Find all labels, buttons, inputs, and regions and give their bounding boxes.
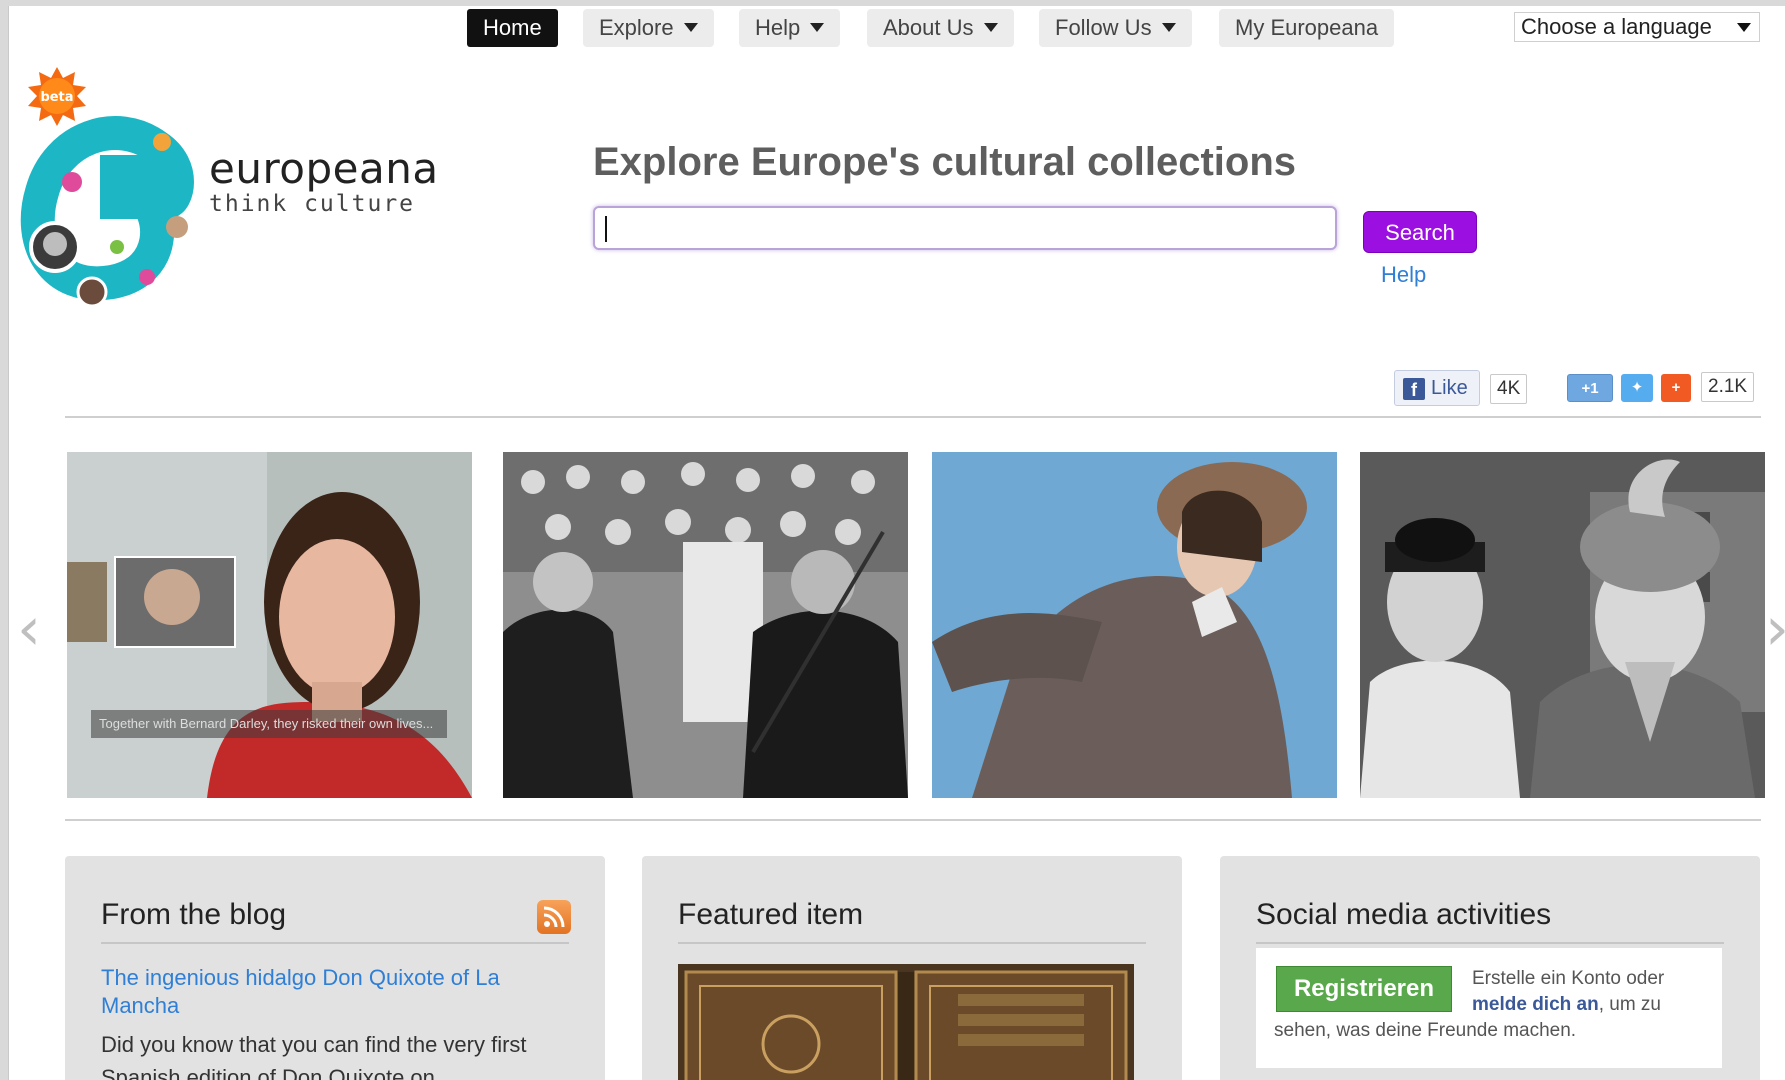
like-count: 4K <box>1490 374 1528 404</box>
blog-panel-title: From the blog <box>101 898 287 931</box>
facebook-login-link[interactable]: melde dich an <box>1472 994 1599 1015</box>
chevron-down-icon <box>1737 23 1751 32</box>
chevron-down-icon <box>1161 22 1176 32</box>
facebook-prompt-text-b: , um zu <box>1598 994 1662 1015</box>
book-cover-image <box>678 964 1134 1080</box>
facebook-prompt-text-a: Erstelle ein Konto oder <box>1472 968 1665 989</box>
blog-post-link[interactable]: The ingenious hidalgo Don Quixote of La … <box>101 964 541 1020</box>
nav-about-label: About Us <box>883 15 974 40</box>
chevron-down-icon <box>983 22 998 32</box>
search-button[interactable]: Search <box>1363 211 1477 253</box>
divider <box>65 819 1761 821</box>
rss-icon[interactable] <box>537 900 571 934</box>
chevron-down-icon <box>810 22 825 32</box>
slide-3-image <box>932 452 1337 798</box>
google-plus-button[interactable]: +1 <box>1567 374 1613 402</box>
language-select[interactable]: Choose a language <box>1514 12 1760 42</box>
facebook-activity-widget: Registrieren Erstelle ein Konto oder mel… <box>1256 948 1722 1068</box>
facebook-like-button[interactable]: f Like <box>1394 370 1480 406</box>
carousel-slide-3[interactable] <box>932 452 1337 798</box>
google-plus-label: +1 <box>1581 380 1599 397</box>
featured-panel: Featured item <box>642 856 1182 1080</box>
featured-item-image[interactable] <box>678 964 1134 1080</box>
nav-follow[interactable]: Follow Us <box>1039 9 1192 47</box>
beta-badge-icon: beta <box>28 67 86 126</box>
search-help-link[interactable]: Help <box>1381 262 1426 288</box>
register-button[interactable]: Registrieren <box>1276 966 1452 1012</box>
twitter-icon[interactable]: ✦ <box>1621 374 1653 402</box>
social-panel-title: Social media activities <box>1256 898 1552 931</box>
facebook-like-label: Like <box>1431 377 1468 399</box>
chevron-down-icon <box>683 22 698 32</box>
search-input[interactable] <box>593 206 1337 250</box>
top-navigation: Home Explore Help About Us Follow Us My … <box>9 6 1785 50</box>
logo-name: europeana <box>209 144 439 193</box>
logo-text: europeana think culture <box>209 144 439 217</box>
social-panel: Social media activities Registrieren Ers… <box>1220 856 1760 1080</box>
carousel-slide-1[interactable]: Together with Bernard Darley, they riske… <box>67 452 472 798</box>
blog-post-excerpt: Did you know that you can find the very … <box>101 1032 527 1080</box>
page: Home Explore Help About Us Follow Us My … <box>8 6 1785 1080</box>
nav-about[interactable]: About Us <box>867 9 1014 47</box>
nav-my-europeana[interactable]: My Europeana <box>1219 9 1395 47</box>
slide-1-image <box>67 452 472 798</box>
nav-my-label: My Europeana <box>1235 15 1379 40</box>
featured-panel-title: Featured item <box>678 898 864 931</box>
carousel-caption: Together with Bernard Darley, they riske… <box>91 710 447 738</box>
nav-home-label: Home <box>483 15 542 40</box>
nav-explore-label: Explore <box>599 15 674 40</box>
beta-badge-label: beta <box>40 90 73 105</box>
page-headline: Explore Europe's cultural collections <box>593 140 1297 184</box>
language-select-label: Choose a language <box>1521 14 1712 39</box>
slide-2-image <box>503 452 908 798</box>
panel-divider <box>1256 942 1724 944</box>
nav-home[interactable]: Home <box>467 9 558 47</box>
logo-mark-icon: beta <box>20 67 194 308</box>
nav-help[interactable]: Help <box>739 9 841 47</box>
rss-glyph-icon <box>543 906 565 928</box>
addthis-plus-icon[interactable]: + <box>1661 374 1691 402</box>
logo-tagline: think culture <box>209 191 416 217</box>
panel-divider <box>101 942 569 944</box>
slide-4-image <box>1360 452 1765 798</box>
facebook-icon: f <box>1403 378 1425 400</box>
nav-help-label: Help <box>755 15 801 40</box>
carousel-next-icon[interactable]: › <box>1765 599 1785 659</box>
carousel-slide-2[interactable] <box>503 452 908 798</box>
carousel-slide-4[interactable] <box>1360 452 1765 798</box>
nav-follow-label: Follow Us <box>1055 15 1152 40</box>
panel-divider <box>678 942 1146 944</box>
blog-panel: From the blog The ingenious hidalgo Don … <box>65 856 605 1080</box>
facebook-prompt: Erstelle ein Konto oder melde dich an, u… <box>1472 966 1708 1018</box>
europeana-logo[interactable]: beta europeana think culture <box>17 62 438 312</box>
carousel-prev-icon[interactable]: ‹ <box>17 599 47 659</box>
facebook-prompt-text-c: sehen, was deine Freunde machen. <box>1274 1020 1577 1041</box>
divider <box>65 416 1761 418</box>
nav-explore[interactable]: Explore <box>583 9 714 47</box>
share-count: 2.1K <box>1701 372 1755 402</box>
